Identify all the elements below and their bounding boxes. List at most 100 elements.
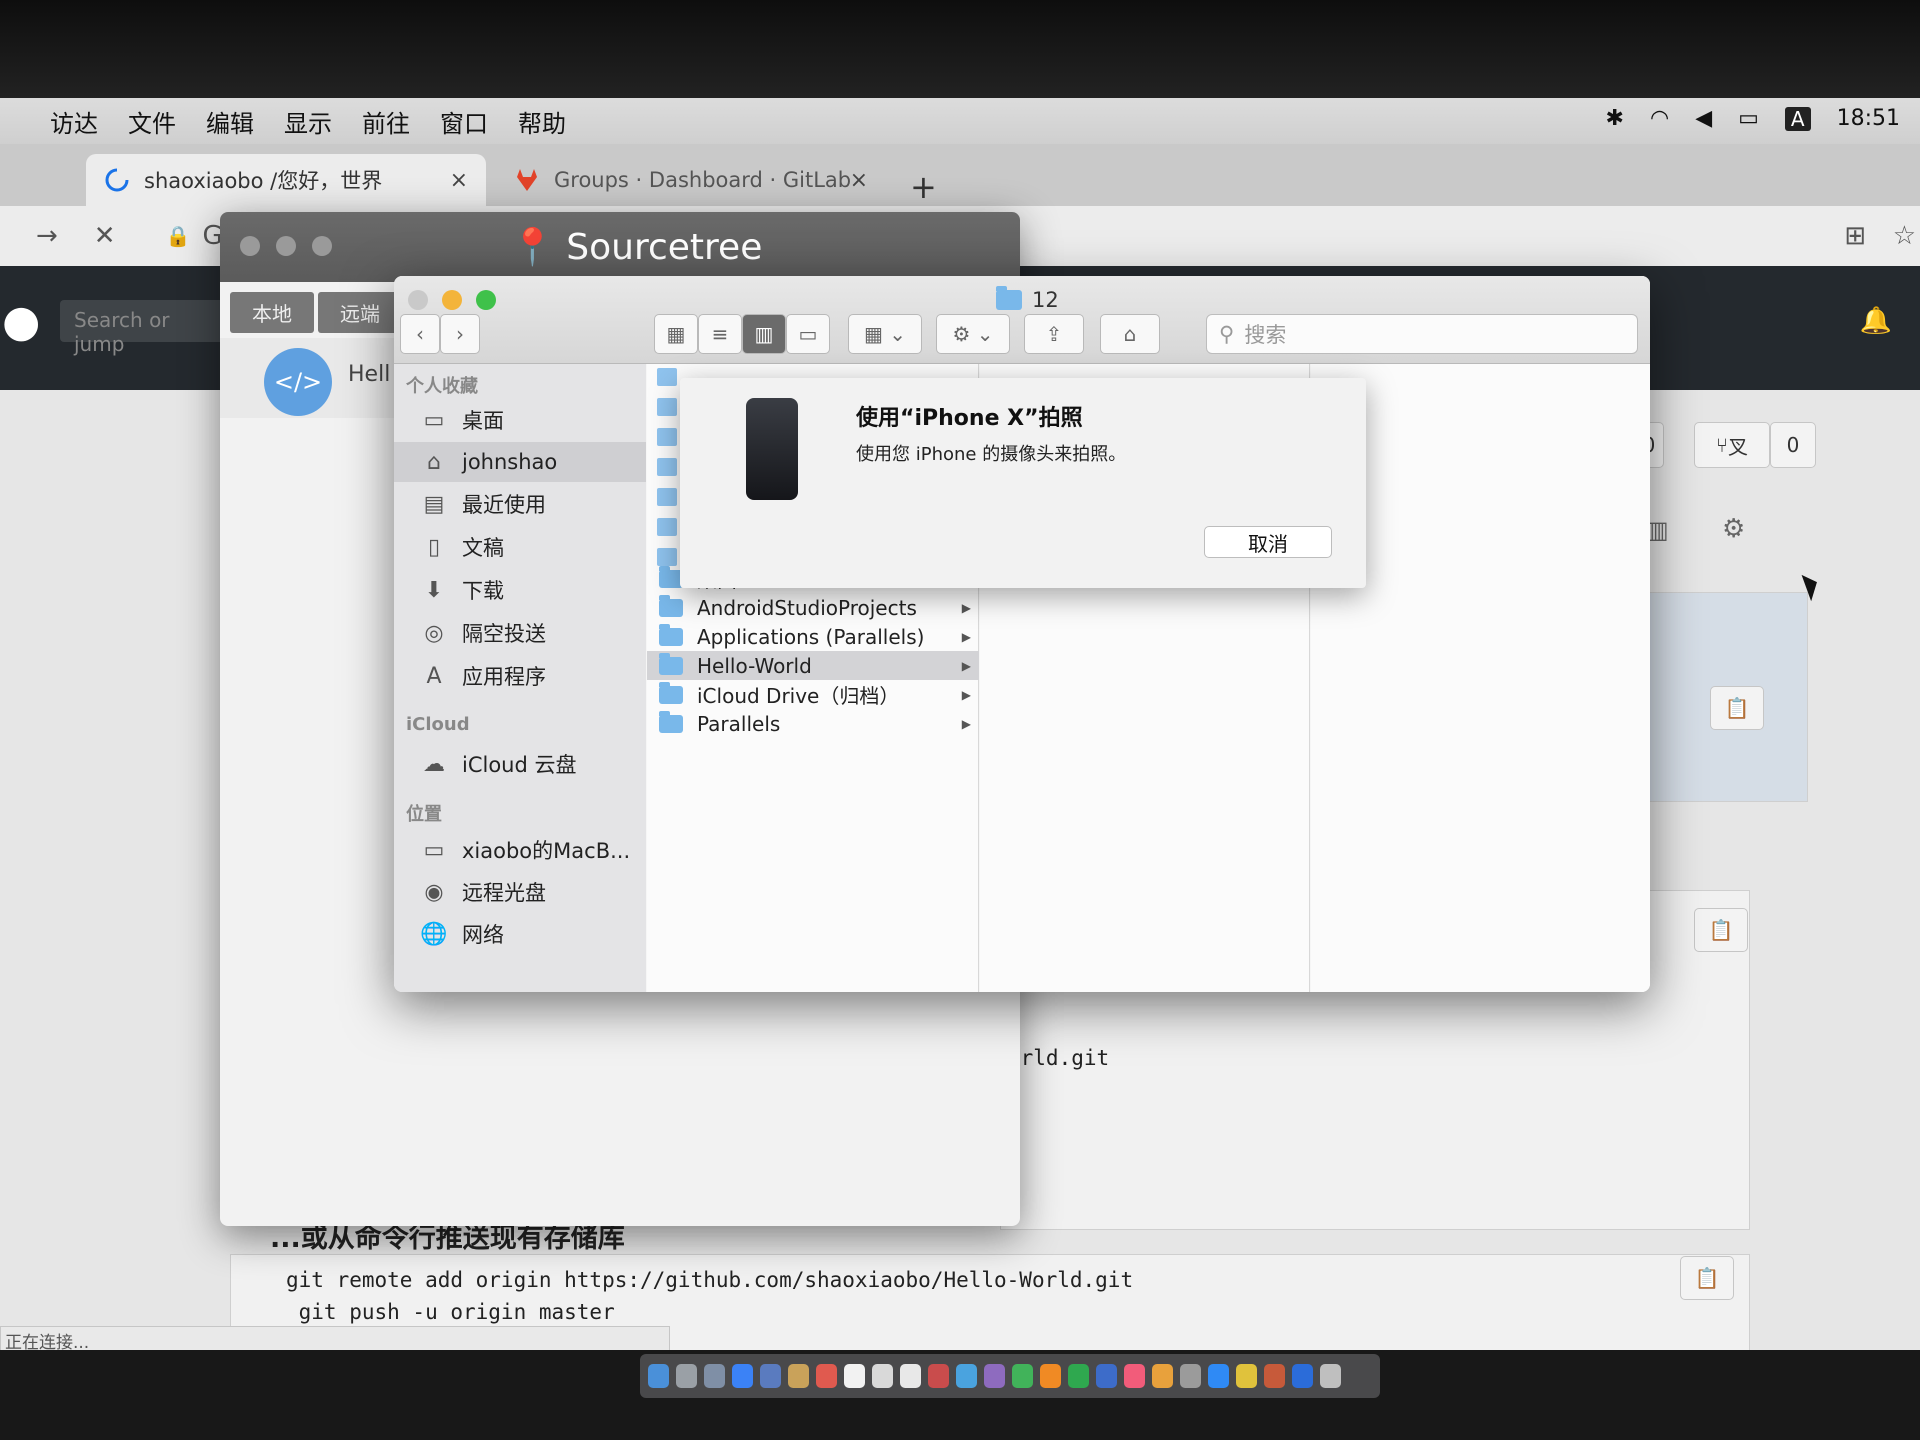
menu-file[interactable]: 文件 [128, 104, 176, 139]
photos-app-icon[interactable] [760, 1364, 781, 1388]
folder-row-hello-world[interactable]: Hello-World ▶ [647, 651, 979, 680]
safari-app-icon[interactable] [732, 1364, 753, 1388]
sidebar-item-recents[interactable]: ▤ 最近使用 [394, 484, 646, 524]
github-logo-icon[interactable]: ● [2, 296, 40, 347]
finder-search-input[interactable]: ⚲ 搜索 [1206, 314, 1638, 354]
bluetooth-icon[interactable]: ✱ [1606, 106, 1624, 131]
bookmark-star-icon[interactable]: ☆ [1893, 221, 1916, 251]
system-preferences-app-icon[interactable] [1180, 1364, 1201, 1388]
gitlab-app-icon[interactable] [1264, 1364, 1285, 1388]
facetime-app-icon[interactable] [1012, 1364, 1033, 1388]
list-view-button[interactable]: ≡ [698, 314, 742, 354]
folder-name: Parallels [697, 711, 781, 736]
cancel-button[interactable]: 取消 [1204, 526, 1332, 558]
forward-icon[interactable]: → [36, 221, 58, 251]
sidebar-item-downloads[interactable]: ⬇ 下载 [394, 570, 646, 610]
tab-remote[interactable]: 远端 [318, 292, 402, 333]
tab-gitlab[interactable]: Groups · Dashboard · GitLab × [496, 154, 886, 206]
github-search-input[interactable]: Search or jump [60, 300, 230, 356]
copy-push-commands-button[interactable]: 📋 [1680, 1256, 1734, 1300]
partial-folder-icons [657, 368, 679, 578]
translate-icon[interactable]: ⊞ [1844, 221, 1866, 251]
wifi-icon[interactable]: ◠ [1650, 106, 1669, 131]
notes-app-icon[interactable] [844, 1364, 865, 1388]
back-button[interactable]: ‹ [400, 314, 440, 354]
trash-icon[interactable] [1320, 1364, 1341, 1388]
copy-commands-button[interactable]: 📋 [1694, 908, 1748, 952]
volume-icon[interactable]: ◀ [1695, 106, 1712, 131]
zoom-window-button[interactable] [312, 236, 332, 256]
sourcetree-titlebar[interactable]: 📍 Sourcetree [220, 212, 1020, 282]
folder-row-applications-parallels[interactable]: Applications (Parallels) ▶ [647, 622, 979, 651]
sidebar-item-desktop[interactable]: ▭ 桌面 [394, 400, 646, 440]
menu-finder[interactable]: 访达 [50, 104, 98, 139]
minimize-window-button[interactable] [276, 236, 296, 256]
books-app-icon[interactable] [1152, 1364, 1173, 1388]
sidebar-item-airdrop[interactable]: ◎ 隔空投送 [394, 613, 646, 653]
tab-local[interactable]: 本地 [230, 292, 314, 333]
disclosure-arrow-icon: ▶ [961, 658, 971, 673]
sidebar-item-network[interactable]: 🌐 网络 [394, 914, 646, 954]
zoom-window-button[interactable] [476, 290, 496, 310]
menu-view[interactable]: 显示 [284, 104, 332, 139]
close-window-button[interactable] [240, 236, 260, 256]
app-store-app-icon[interactable] [1208, 1364, 1229, 1388]
messages-app-icon[interactable] [956, 1364, 977, 1388]
close-tab-icon[interactable]: × [850, 168, 868, 193]
group-by-button[interactable]: ▦ ⌄ [848, 314, 922, 354]
column-view-button[interactable]: ▥ [742, 314, 786, 354]
gallery-view-button[interactable]: ▭ [786, 314, 830, 354]
pages-app-icon[interactable] [1040, 1364, 1061, 1388]
music-app-icon[interactable] [1124, 1364, 1145, 1388]
numbers-app-icon[interactable] [1068, 1364, 1089, 1388]
stop-loading-icon[interactable]: ✕ [94, 221, 116, 251]
sourcetree-app-icon[interactable] [1292, 1364, 1313, 1388]
menu-go[interactable]: 前往 [362, 104, 410, 139]
keynote-app-icon[interactable] [1096, 1364, 1117, 1388]
share-button[interactable]: ⇪ [1024, 314, 1084, 354]
menu-edit[interactable]: 编辑 [206, 104, 254, 139]
menu-window[interactable]: 窗口 [440, 104, 488, 139]
contacts-app-icon[interactable] [788, 1364, 809, 1388]
icon-view-button[interactable]: ▦ [654, 314, 698, 354]
settings-gear-icon[interactable]: ⚙ [1722, 514, 1745, 544]
sidebar-item-home[interactable]: ⌂ johnshao [394, 442, 646, 482]
folder-row-parallels[interactable]: Parallels ▶ [647, 709, 979, 738]
clock[interactable]: 18:51 [1837, 106, 1900, 131]
close-tab-icon[interactable]: × [450, 168, 468, 193]
tab-github[interactable]: shaoxiaobo /您好，世界 × [86, 154, 486, 206]
chrome-app-icon[interactable] [1236, 1364, 1257, 1388]
finder-app-icon[interactable] [648, 1364, 669, 1388]
fork-label: 叉 [1728, 434, 1748, 459]
battery-icon[interactable]: ▭ [1738, 106, 1759, 131]
input-method-indicator[interactable]: A [1784, 106, 1811, 131]
sidebar-item-applications[interactable]: A 应用程序 [394, 656, 646, 696]
folder-row-icloud-archive[interactable]: iCloud Drive（归档） ▶ [647, 680, 979, 709]
menu-help[interactable]: 帮助 [518, 104, 566, 139]
photo-booth-app-icon[interactable] [928, 1364, 949, 1388]
textedit-app-icon[interactable] [900, 1364, 921, 1388]
sidebar-item-icloud-drive[interactable]: ☁ iCloud 云盘 [394, 744, 646, 784]
finder-toolbar: 12 ‹ › ▦ ≡ ▥ ▭ ▦ ⌄ ⚙ ⌄ ⇪ ⌂ ⚲ 搜索 [394, 276, 1650, 364]
minimize-window-button[interactable] [442, 290, 462, 310]
reminders-app-icon[interactable] [872, 1364, 893, 1388]
notifications-icon[interactable]: 🔔 [1860, 306, 1892, 336]
calendar-app-icon[interactable] [816, 1364, 837, 1388]
siri-app-icon[interactable] [704, 1364, 725, 1388]
launchpad-app-icon[interactable] [676, 1364, 697, 1388]
fork-button[interactable]: ⑂ 叉 [1694, 422, 1770, 468]
sidebar-item-remote-disc[interactable]: ◉ 远程光盘 [394, 872, 646, 912]
folder-row-androidstudio[interactable]: AndroidStudioProjects ▶ [647, 593, 979, 622]
action-button[interactable]: ⚙ ⌄ [936, 314, 1010, 354]
disclosure-arrow-icon: ▶ [961, 687, 971, 702]
new-tab-button[interactable]: + [910, 168, 937, 206]
sidebar-item-documents[interactable]: ▯ 文稿 [394, 527, 646, 567]
imovie-app-icon[interactable] [984, 1364, 1005, 1388]
copy-url-button[interactable]: 📋 [1710, 686, 1764, 730]
forward-button[interactable]: › [440, 314, 480, 354]
close-window-button[interactable] [408, 290, 428, 310]
sidebar-item-macbook[interactable]: ▭ xiaobo的MacB... [394, 830, 646, 870]
finder-title-text: 12 [1032, 288, 1059, 312]
window-controls [408, 290, 496, 310]
tags-button[interactable]: ⌂ [1100, 314, 1160, 354]
